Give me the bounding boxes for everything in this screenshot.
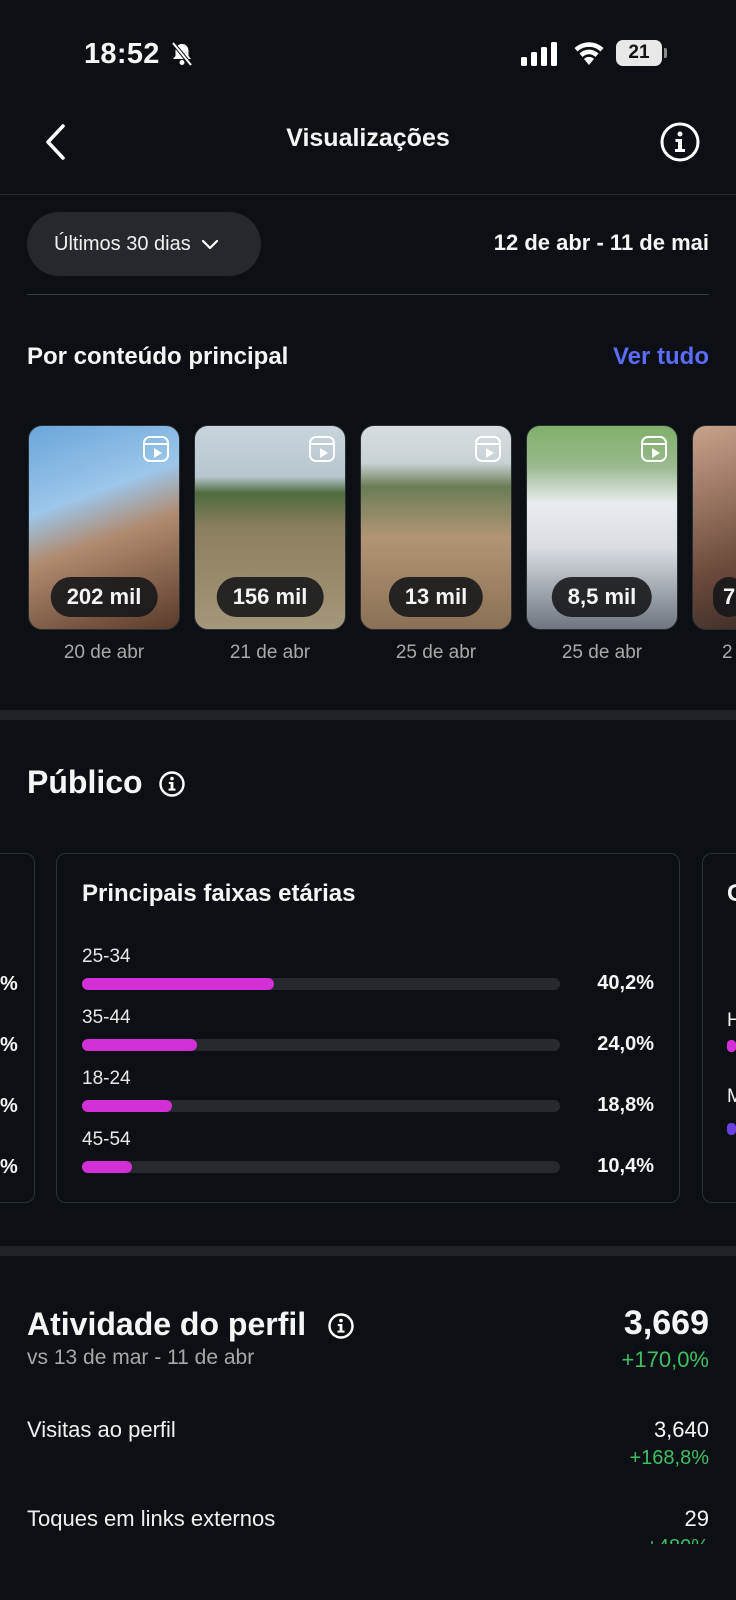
status-time: 18:52 [84,38,160,70]
bell-slash-icon [170,41,194,67]
age-bar-track [82,978,560,990]
content-item[interactable]: 13 mil 25 de abr [360,425,512,664]
info-icon[interactable] [327,1312,355,1340]
profile-activity-change: +170,0% [621,1347,709,1372]
section-divider [0,1246,736,1256]
age-range-percent: 24,0% [597,1033,654,1055]
age-bar-fill [82,1100,172,1112]
next-card-title: G [727,880,736,908]
battery-indicator: 21 [616,40,662,66]
reel-icon [641,436,667,462]
age-range-label: 45-54 [82,1129,131,1150]
external-links-value: 29 [684,1506,709,1531]
profile-visits-label: Visitas ao perfil [27,1417,176,1442]
reel-icon [143,436,169,462]
views-count: 202 mil [50,577,158,617]
profile-activity-total: 3,669 [623,1304,709,1342]
content-item[interactable]: 8,5 mil 25 de abr [526,425,678,664]
age-range-percent: 18,8% [597,1094,654,1116]
top-content-heading: Por conteúdo principal [27,343,289,370]
header-divider [0,194,736,195]
wifi-icon [572,40,606,66]
views-count: 8,5 mil [551,577,653,617]
info-icon[interactable] [158,770,186,798]
date-range-dropdown[interactable]: Últimos 30 dias [27,212,261,276]
date-range-text: 12 de abr - 11 de mai [493,230,709,255]
profile-visits-value: 3,640 [653,1417,709,1442]
next-card-label: H [727,1010,736,1031]
age-bar-track [82,1039,560,1051]
comparison-range: vs 13 de mar - 11 de abr [27,1346,255,1369]
content-thumbnail[interactable]: 13 mil [360,425,512,630]
views-count: 13 mil [388,577,484,617]
chevron-down-icon [201,238,219,250]
content-thumbnail[interactable]: 7 [692,425,736,630]
profile-visits-change: +168,8% [629,1447,709,1469]
signal-icon [521,42,559,66]
content-thumbnail[interactable]: 8,5 mil [526,425,678,630]
age-bar-track [82,1100,560,1112]
info-icon[interactable] [659,121,701,163]
age-bar-fill [82,1039,197,1051]
audience-heading: Público [27,764,143,800]
see-all-link[interactable]: Ver tudo [613,343,709,371]
page-title: Visualizações [286,124,450,152]
section-divider [0,710,736,720]
content-date: 2 [722,642,733,663]
prev-card-percent: % [0,973,18,995]
profile-activity-heading: Atividade do perfil [27,1306,307,1342]
content-date: 20 de abr [63,642,145,663]
date-range-label: Últimos 30 dias [54,232,191,255]
content-item[interactable]: 202 mil 20 de abr [28,425,180,664]
next-card-bar [727,1040,736,1052]
views-count: 7 [713,577,736,617]
age-card-title: Principais faixas etárias [82,880,356,907]
bottom-fade [0,1544,736,1600]
top-content-carousel[interactable]: 202 mil 20 de abr 156 mil 21 de abr 13 m… [28,425,736,670]
next-card-bar [727,1123,736,1135]
age-range-percent: 10,4% [597,1155,654,1177]
age-bar-track [82,1161,560,1173]
content-thumbnail[interactable]: 156 mil [194,425,346,630]
content-date: 25 de abr [395,642,477,663]
prev-card-percent: % [0,1095,18,1117]
content-thumbnail[interactable]: 202 mil [28,425,180,630]
age-bar-fill [82,1161,132,1173]
views-count: 156 mil [216,577,324,617]
prev-card-percent: % [0,1034,18,1056]
age-range-label: 25-34 [82,946,131,967]
reel-icon [309,436,335,462]
reel-icon [475,436,501,462]
next-card-label: M [727,1086,736,1107]
age-range-label: 18-24 [82,1068,131,1089]
content-date: 21 de abr [229,642,311,663]
age-range-label: 35-44 [82,1007,131,1028]
age-range-percent: 40,2% [597,972,654,994]
audience-card-previous[interactable] [0,853,35,1203]
content-item[interactable]: 7 2 [692,425,736,664]
external-links-label: Toques em links externos [27,1506,276,1531]
range-divider [27,294,709,295]
content-item[interactable]: 156 mil 21 de abr [194,425,346,664]
content-date: 25 de abr [561,642,643,663]
battery-tip [664,48,667,58]
age-bar-fill [82,978,275,990]
prev-card-percent: % [0,1156,18,1178]
